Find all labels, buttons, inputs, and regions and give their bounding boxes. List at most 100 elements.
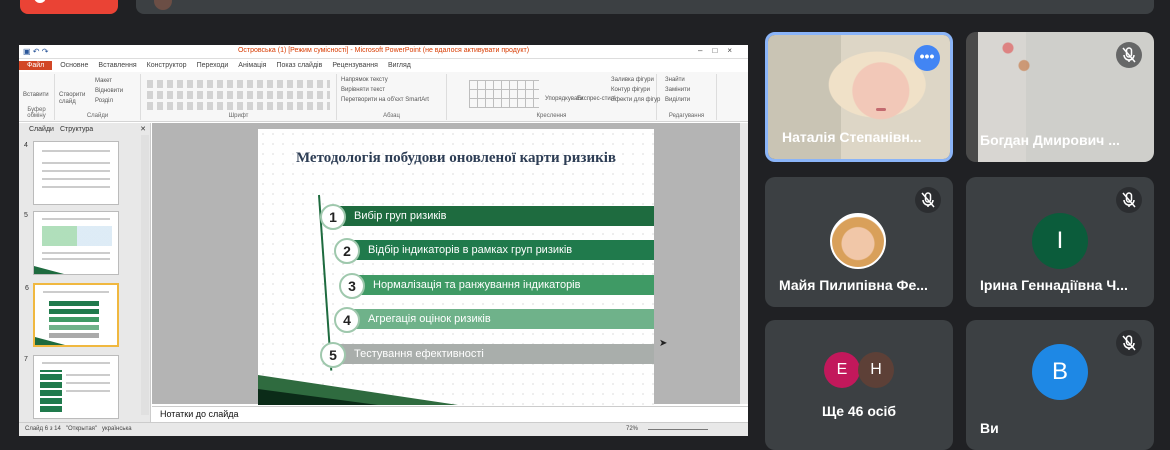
corner-decoration [258,389,378,405]
tab-animations[interactable]: Анімація [233,62,271,69]
section-button[interactable]: Розділ [95,98,113,104]
avatar [830,213,886,269]
avatar: Е [824,352,860,388]
mic-off-icon [915,187,941,213]
group-clipboard: Вставити Буфер обміну [19,74,55,120]
new-slide-button[interactable]: Створити слайд [59,92,89,106]
ppt-title-bar: ▣ ↶ ↷ Островська (1) [Режим сумісності] … [19,45,748,59]
group-caption: Редагування [668,113,705,119]
step-number: 5 [320,342,346,368]
group-paragraph: Напрямок тексту Вирівняти текст Перетвор… [337,74,447,120]
group-caption: Абзац [383,113,400,119]
others-tile[interactable]: Е Н Ще 46 осіб [765,320,953,450]
tab-slides[interactable]: Слайди [29,126,54,133]
select-button[interactable]: Виділити [665,97,690,103]
mic-off-icon [1116,187,1142,213]
tab-file[interactable]: Файл [19,61,53,70]
step-bar: Нормалізація та ранжування індикаторів [353,275,654,295]
record-icon [34,0,46,3]
tab-view[interactable]: Вигляд [383,62,416,69]
slide-thumbnail[interactable]: 4 [24,141,119,205]
avatar [154,0,172,10]
leave-call-button[interactable] [20,0,118,14]
shared-screen: ▣ ↶ ↷ Островська (1) [Режим сумісності] … [19,45,748,436]
shape-effects-button[interactable]: Ефекти для фігур [611,97,660,103]
status-bar: Слайд 6 з 14 "Открытая" українська 72% [19,422,748,436]
group-font: Шрифт [141,74,337,120]
layout-button[interactable]: Макет [95,78,112,84]
zoom-slider[interactable] [648,429,708,430]
step-bar: Тестування ефективності [334,344,654,364]
group-caption: Шрифт [228,113,249,119]
avatar: І [1032,213,1088,269]
step-bar: Агрегація оцінок ризиків [348,309,654,329]
tab-slideshow[interactable]: Показ слайдів [271,62,327,69]
mouse-cursor-icon: ➤ [659,338,668,349]
more-options-icon[interactable]: ••• [914,45,940,71]
font-controls[interactable] [147,80,330,113]
shape-fill-button[interactable]: Заливка фігури [611,77,654,83]
tab-design[interactable]: Конструктор [142,62,192,69]
tab-review[interactable]: Рецензування [327,62,383,69]
tab-insert[interactable]: Вставлення [93,62,141,69]
ribbon-tabs: Файл Основне Вставлення Конструктор Пере… [19,59,748,72]
slide-number: 6 [25,285,29,292]
step-number: 1 [320,204,346,230]
slide-counter: Слайд 6 з 14 [25,426,61,432]
text-direction-button[interactable]: Напрямок тексту [341,77,388,83]
top-banner [136,0,1154,14]
participant-name: Богдан Дмирович ... [980,132,1120,148]
smartart-button[interactable]: Перетворити на об'єкт SmartArt [341,97,429,103]
zoom-level: 72% [625,426,638,432]
canvas-scrollbar[interactable] [740,123,748,404]
shapes-gallery[interactable] [469,80,539,108]
step-number: 4 [334,307,360,333]
participant-tile-active[interactable]: ••• Наталія Степанівн... [765,32,953,162]
participant-tile[interactable]: Майя Пилипівна Фе... [765,177,953,307]
window-controls: –□× [698,46,742,55]
more-participants-count: Ще 46 осіб [821,403,897,419]
quick-styles-button[interactable]: Експрес-стилі [577,96,616,102]
slide-number: 4 [24,142,28,149]
slide-thumbnail-selected[interactable]: 6 [25,283,119,347]
tab-outline[interactable]: Структура [60,126,93,133]
slide-thumbnails-panel: Слайди Структура ✕ 4 5 6 7 [19,123,151,423]
tab-transitions[interactable]: Переходи [192,62,234,69]
notes-field[interactable]: Нотатки до слайда [152,406,748,422]
current-slide: Методологія побудови оновленої карти риз… [258,129,654,405]
avatar: Н [858,352,894,388]
step-number: 2 [334,238,360,264]
group-slides: Створити слайд Макет Відновити Розділ Сл… [55,74,141,120]
step-number: 3 [339,273,365,299]
align-text-button[interactable]: Вирівняти текст [341,87,385,93]
self-tile[interactable]: В Ви [966,320,1154,450]
avatar: В [1032,344,1088,400]
find-button[interactable]: Знайти [665,77,685,83]
close-icon[interactable]: ✕ [140,125,146,133]
group-caption: Буфер обміну [27,107,46,119]
participant-name: Ви [980,420,999,436]
participant-tile[interactable]: І Ірина Геннадіївна Ч... [966,177,1154,307]
theme-name: "Открытая" [65,426,98,432]
participant-name: Майя Пилипівна Фе... [779,277,928,293]
shape-outline-button[interactable]: Контур фігури [611,87,650,93]
slide-number: 5 [24,212,28,219]
language: українська [102,426,132,432]
tab-home[interactable]: Основне [55,62,93,69]
group-caption: Слайди [86,113,109,119]
reset-button[interactable]: Відновити [95,88,123,94]
thumbnail-scrollbar[interactable] [141,135,149,415]
mic-off-icon [1116,330,1142,356]
slide-thumbnail[interactable]: 5 [24,211,119,275]
slide-title: Методологія побудови оновленої карти риз… [295,150,617,166]
ribbon: Вставити Буфер обміну Створити слайд Мак… [19,72,748,122]
participant-name: Ірина Геннадіївна Ч... [980,277,1128,293]
participant-tile[interactable]: Богдан Дмирович ... [966,32,1154,162]
replace-button[interactable]: Замінити [665,87,690,93]
step-bar: Відбір індикаторів в рамках груп ризиків [348,240,654,260]
slide-thumbnail[interactable]: 7 [24,355,119,419]
group-caption: Креслення [536,113,567,119]
paste-button[interactable]: Вставити [23,92,49,98]
slide-canvas: Методологія побудови оновленої карти риз… [152,123,748,405]
step-bar: Вибір груп ризиків [334,206,654,226]
